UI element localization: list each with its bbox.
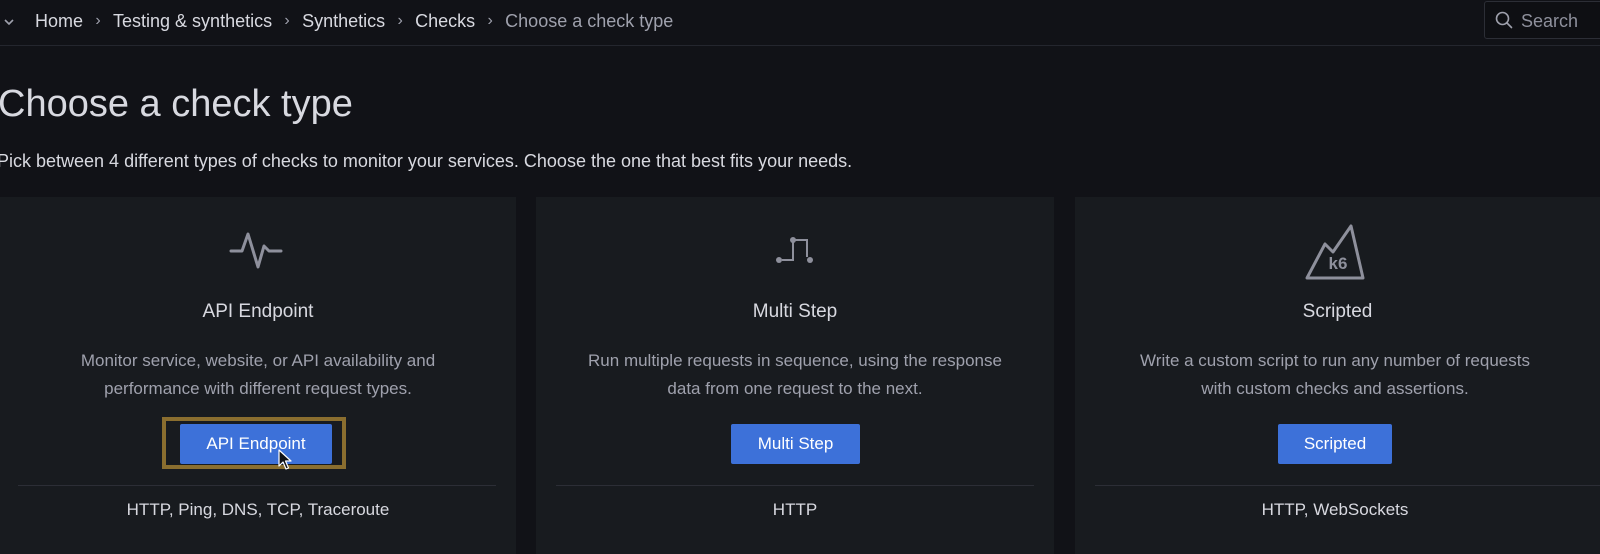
scripted-button[interactable]: Scripted <box>1278 424 1392 464</box>
activity-pulse-icon <box>229 232 283 269</box>
page-title: Choose a check type <box>0 83 353 125</box>
breadcrumb-current: Choose a check type <box>505 10 674 31</box>
page-subtitle: Pick between 4 different types of checks… <box>0 151 853 171</box>
card-footer: HTTP <box>772 500 818 519</box>
breadcrumb-checks[interactable]: Checks <box>415 11 475 32</box>
breadcrumb-separator: › <box>397 12 403 29</box>
search-placeholder: Search <box>1521 11 1579 31</box>
card-description: Run multiple requests in sequence, using… <box>536 347 1054 403</box>
breadcrumb-separator: › <box>95 12 101 29</box>
multi-step-icon <box>776 237 813 263</box>
chevron-down-icon[interactable] <box>2 12 16 30</box>
card-description-line: Monitor service, website, or API availab… <box>80 351 436 370</box>
breadcrumb-testing-synthetics[interactable]: Testing & synthetics <box>113 11 272 32</box>
multi-step-button[interactable]: Multi Step <box>731 424 860 464</box>
api-endpoint-button[interactable]: API Endpoint <box>180 424 332 464</box>
card-description-line: Write a custom script to run any number … <box>1140 351 1530 370</box>
k6-logo-icon: k6 <box>1305 224 1365 280</box>
card-description-line: performance with different request types… <box>104 379 412 398</box>
card-description: Monitor service, website, or API availab… <box>0 347 516 403</box>
card-description: Write a custom script to run any number … <box>1075 347 1595 403</box>
card-title: Scripted <box>1302 301 1373 322</box>
card-title: API Endpoint <box>202 301 314 322</box>
card-footer: HTTP, Ping, DNS, TCP, Traceroute <box>126 500 390 519</box>
search-input[interactable]: Search <box>1484 1 1600 39</box>
svg-text:k6: k6 <box>1329 254 1348 273</box>
card-divider <box>1095 485 1600 486</box>
breadcrumb: Home › Testing & synthetics › Synthetics… <box>35 10 673 32</box>
breadcrumb-synthetics[interactable]: Synthetics <box>302 11 385 32</box>
card-divider <box>556 485 1034 486</box>
breadcrumb-home[interactable]: Home <box>35 11 83 32</box>
card-description-line: with custom checks and assertions. <box>1201 379 1469 398</box>
search-icon <box>1495 11 1513 29</box>
card-footer: HTTP, WebSockets <box>1261 500 1409 519</box>
top-bar: Home › Testing & synthetics › Synthetics… <box>0 0 1600 46</box>
breadcrumb-separator: › <box>487 12 493 29</box>
card-description-line: Run multiple requests in sequence, using… <box>588 351 1002 370</box>
card-description-line: data from one request to the next. <box>667 379 923 398</box>
card-title: Multi Step <box>752 301 838 322</box>
breadcrumb-separator: › <box>284 12 290 29</box>
mouse-cursor-icon <box>278 449 292 470</box>
card-divider <box>18 485 496 486</box>
